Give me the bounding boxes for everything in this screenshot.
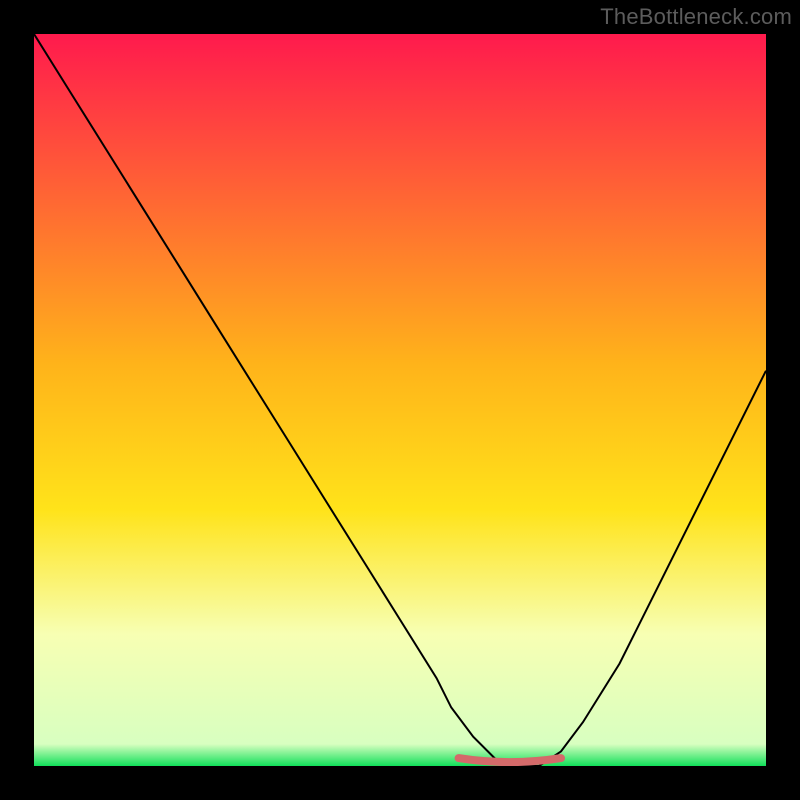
watermark-text: TheBottleneck.com <box>600 4 792 30</box>
optimal-range-marker <box>459 758 561 762</box>
gradient-background <box>34 34 766 766</box>
bottleneck-chart <box>34 34 766 766</box>
plot-area <box>34 34 766 766</box>
chart-frame: TheBottleneck.com <box>0 0 800 800</box>
